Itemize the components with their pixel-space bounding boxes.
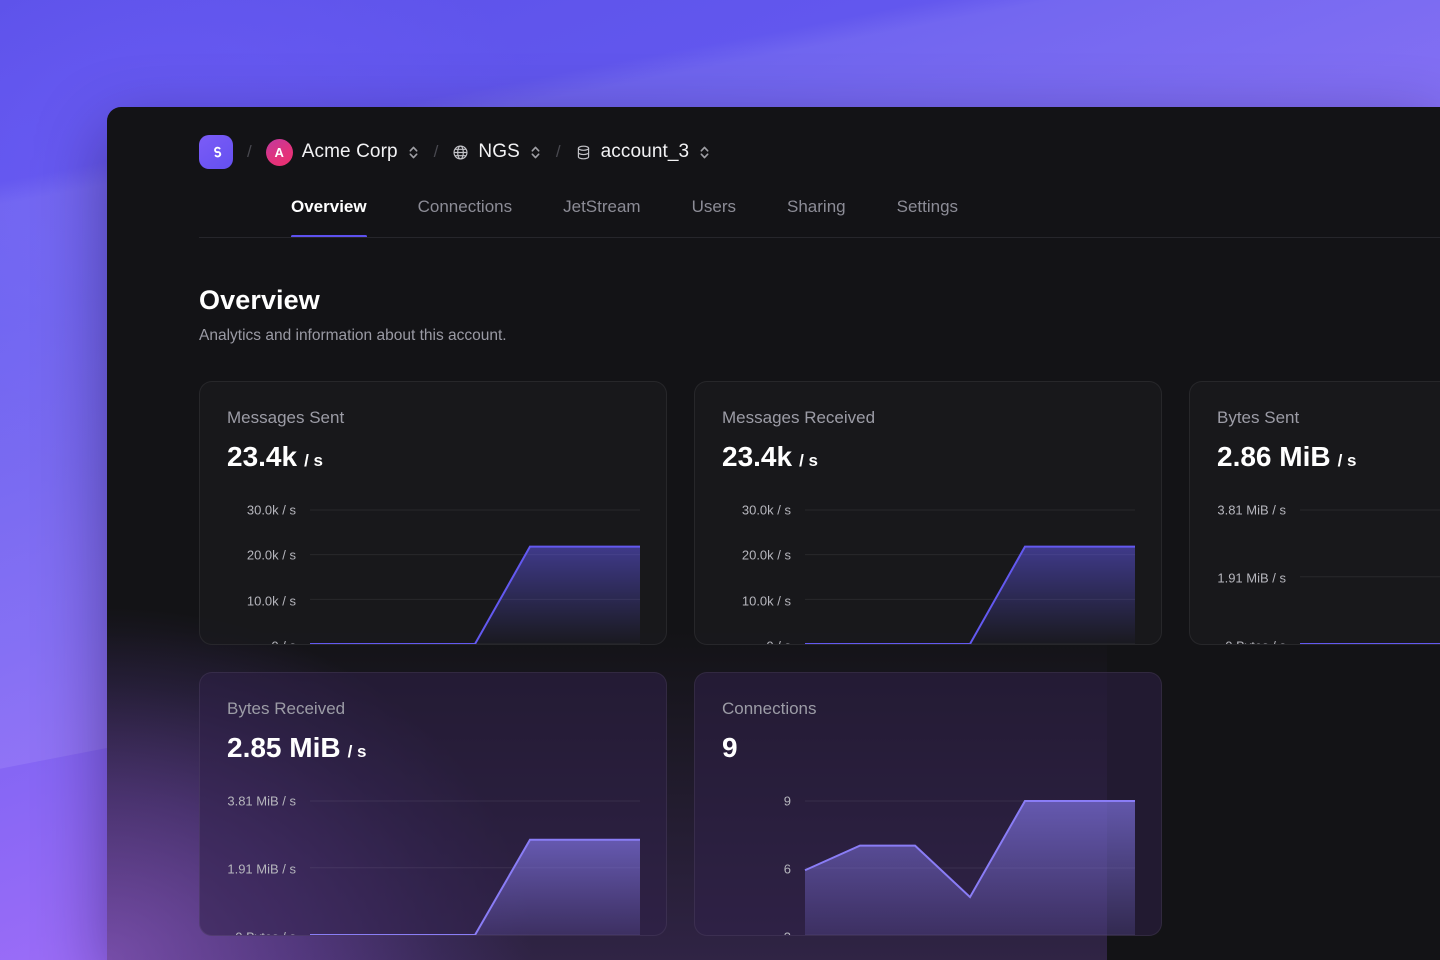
database-icon	[577, 145, 589, 159]
breadcrumb-item-system[interactable]: NGS	[452, 141, 541, 163]
metric-card-title: Messages Sent	[227, 408, 345, 427]
metric-chart-bytes-received: 3.81 MiB / s 1.91 MiB / s 0 Bytes / s	[200, 794, 666, 936]
metric-card-title: Bytes Sent	[1217, 408, 1300, 427]
metric-card-value: 9	[722, 732, 738, 763]
breadcrumb-label-account: account_3	[600, 141, 690, 162]
breadcrumb-separator: /	[555, 142, 561, 161]
chart-y-tick-label: 20.0k / s	[741, 547, 791, 563]
breadcrumb: / A Acme Corp / NGS / account_3	[199, 107, 1440, 197]
metric-card-bytes-sent: Bytes Sent 2.86 MiB / s 3.81 MiB / s 1.91 Mi…	[1189, 381, 1440, 645]
chart-plot-area	[310, 800, 640, 935]
metric-card-title: Messages Received	[722, 408, 876, 427]
breadcrumb-separator: /	[247, 142, 252, 161]
avatar: A	[265, 138, 293, 166]
metric-chart-connections: 9 6 3	[695, 794, 1161, 936]
tab-connections[interactable]: Connections	[418, 197, 513, 237]
chart-y-tick-label: 30.0k / s	[741, 502, 791, 518]
metric-chart-bytes-sent: 3.81 MiB / s 1.91 MiB / s 0 Bytes / s	[1190, 503, 1440, 645]
metric-card-value: 2.85 MiB	[227, 732, 341, 763]
app-window: / A Acme Corp / NGS / account_3 Overview…	[107, 107, 1440, 960]
chart-y-tick-label: 0 Bytes / s	[235, 930, 296, 936]
chart-y-tick-label: 3.81 MiB / s	[1217, 502, 1286, 518]
metric-card-value: 23.4k	[722, 441, 793, 472]
tab-users[interactable]: Users	[692, 197, 736, 237]
breadcrumb-label-system: NGS	[478, 141, 520, 162]
chart-area-fill	[310, 546, 640, 644]
breadcrumb-label-org: Acme Corp	[301, 141, 398, 162]
page-body: Overview Analytics and information about…	[107, 238, 1440, 936]
chart-area-fill	[1300, 548, 1440, 644]
chart-y-axis: 9 6 3	[695, 794, 799, 936]
tabs-divider	[199, 237, 1440, 238]
chart-y-tick-label: 0 Bytes / s	[1225, 639, 1286, 645]
metric-card-unit: / s	[1337, 451, 1357, 470]
tab-settings[interactable]: Settings	[897, 197, 958, 237]
chart-y-tick-label: 1.91 MiB / s	[227, 861, 296, 877]
metric-card-unit: / s	[304, 451, 323, 470]
metric-card-title: Connections	[722, 699, 817, 718]
app-logo-swirl-icon[interactable]	[199, 135, 233, 169]
chart-y-axis: 3.81 MiB / s 1.91 MiB / s 0 Bytes / s	[1190, 503, 1294, 645]
chart-svg	[310, 509, 640, 644]
chart-y-axis: 30.0k / s 20.0k / s 10.0k / s 0 / s	[695, 503, 799, 645]
chart-plot-area	[310, 509, 640, 644]
tab-jetstream[interactable]: JetStream	[563, 197, 640, 237]
main-tabs: Overview Connections JetStream Users Sharing…	[199, 197, 1440, 238]
breadcrumb-separator: /	[433, 142, 439, 161]
chart-y-tick-label: 0 / s	[271, 639, 296, 645]
breadcrumb-item-org[interactable]: A Acme Corp	[265, 138, 420, 166]
chart-plot-area	[805, 801, 1135, 935]
chart-y-tick-label: 9	[783, 793, 791, 809]
metrics-grid: Messages Sent 23.4k / s 30.0k / s 20.0k / s 1…	[199, 381, 1440, 936]
metric-card-bytes-received: Bytes Received 2.85 MiB / s 3.81 MiB / s 1.9…	[199, 672, 667, 936]
metric-card-connections: Connections 9 9 6 3	[694, 672, 1162, 936]
chevron-up-down-icon[interactable]	[698, 144, 711, 161]
metric-card-value-row: 23.4k / s	[722, 441, 1161, 473]
metric-card-value-row: 9	[722, 732, 1161, 764]
chart-plot-area	[1300, 509, 1440, 644]
tab-overview[interactable]: Overview	[291, 197, 367, 238]
chart-y-axis: 30.0k / s 20.0k / s 10.0k / s 0 / s	[200, 503, 304, 645]
chart-svg	[805, 509, 1135, 644]
metric-card-unit: / s	[799, 451, 818, 470]
tab-sharing[interactable]: Sharing	[787, 197, 846, 237]
page-title: Overview	[199, 285, 320, 315]
chart-y-tick-label: 1.91 MiB / s	[1217, 570, 1286, 586]
metric-chart-messages-received: 30.0k / s 20.0k / s 10.0k / s 0 / s	[695, 503, 1161, 645]
chart-y-tick-label: 3	[784, 930, 791, 936]
chart-y-axis: 3.81 MiB / s 1.91 MiB / s 0 Bytes / s	[200, 794, 304, 936]
metric-card-value-row: 23.4k / s	[227, 441, 666, 473]
metric-card-messages-sent: Messages Sent 23.4k / s 30.0k / s 20.0k / s 1…	[199, 381, 667, 645]
chart-y-tick-label: 6	[783, 861, 791, 877]
page-subtitle: Analytics and information about this acc…	[199, 327, 507, 344]
chart-area-fill	[310, 839, 640, 935]
metric-card-value-row: 2.85 MiB / s	[227, 732, 666, 764]
chart-svg	[805, 801, 1135, 935]
metric-card-value: 2.86 MiB	[1217, 441, 1331, 472]
metric-card-title: Bytes Received	[227, 699, 346, 718]
metric-chart-messages-sent: 30.0k / s 20.0k / s 10.0k / s 0 / s	[200, 503, 666, 645]
chart-line	[1300, 548, 1440, 644]
chart-y-tick-label: 3.81 MiB / s	[227, 793, 296, 809]
metric-card-messages-received: Messages Received 23.4k / s 30.0k / s 20.0k …	[694, 381, 1162, 645]
globe-icon	[453, 144, 468, 160]
chart-y-tick-label: 30.0k / s	[246, 502, 296, 518]
chevron-up-down-icon[interactable]	[529, 144, 542, 161]
chart-y-tick-label: 10.0k / s	[741, 593, 791, 609]
chevron-up-down-icon[interactable]	[407, 144, 420, 161]
metric-card-value: 23.4k	[227, 441, 298, 472]
chart-y-tick-label: 10.0k / s	[246, 593, 296, 609]
chart-area-fill	[805, 546, 1135, 644]
chart-plot-area	[805, 509, 1135, 644]
breadcrumb-item-account[interactable]: account_3	[575, 141, 712, 163]
metric-card-unit: / s	[347, 742, 367, 761]
chart-y-tick-label: 20.0k / s	[246, 547, 296, 563]
chart-svg	[1300, 509, 1440, 644]
chart-svg	[310, 800, 640, 935]
topbar: / A Acme Corp / NGS / account_3 Overview…	[107, 107, 1440, 238]
metric-card-value-row: 2.86 MiB / s	[1217, 441, 1440, 473]
chart-y-tick-label: 0 / s	[766, 639, 791, 645]
